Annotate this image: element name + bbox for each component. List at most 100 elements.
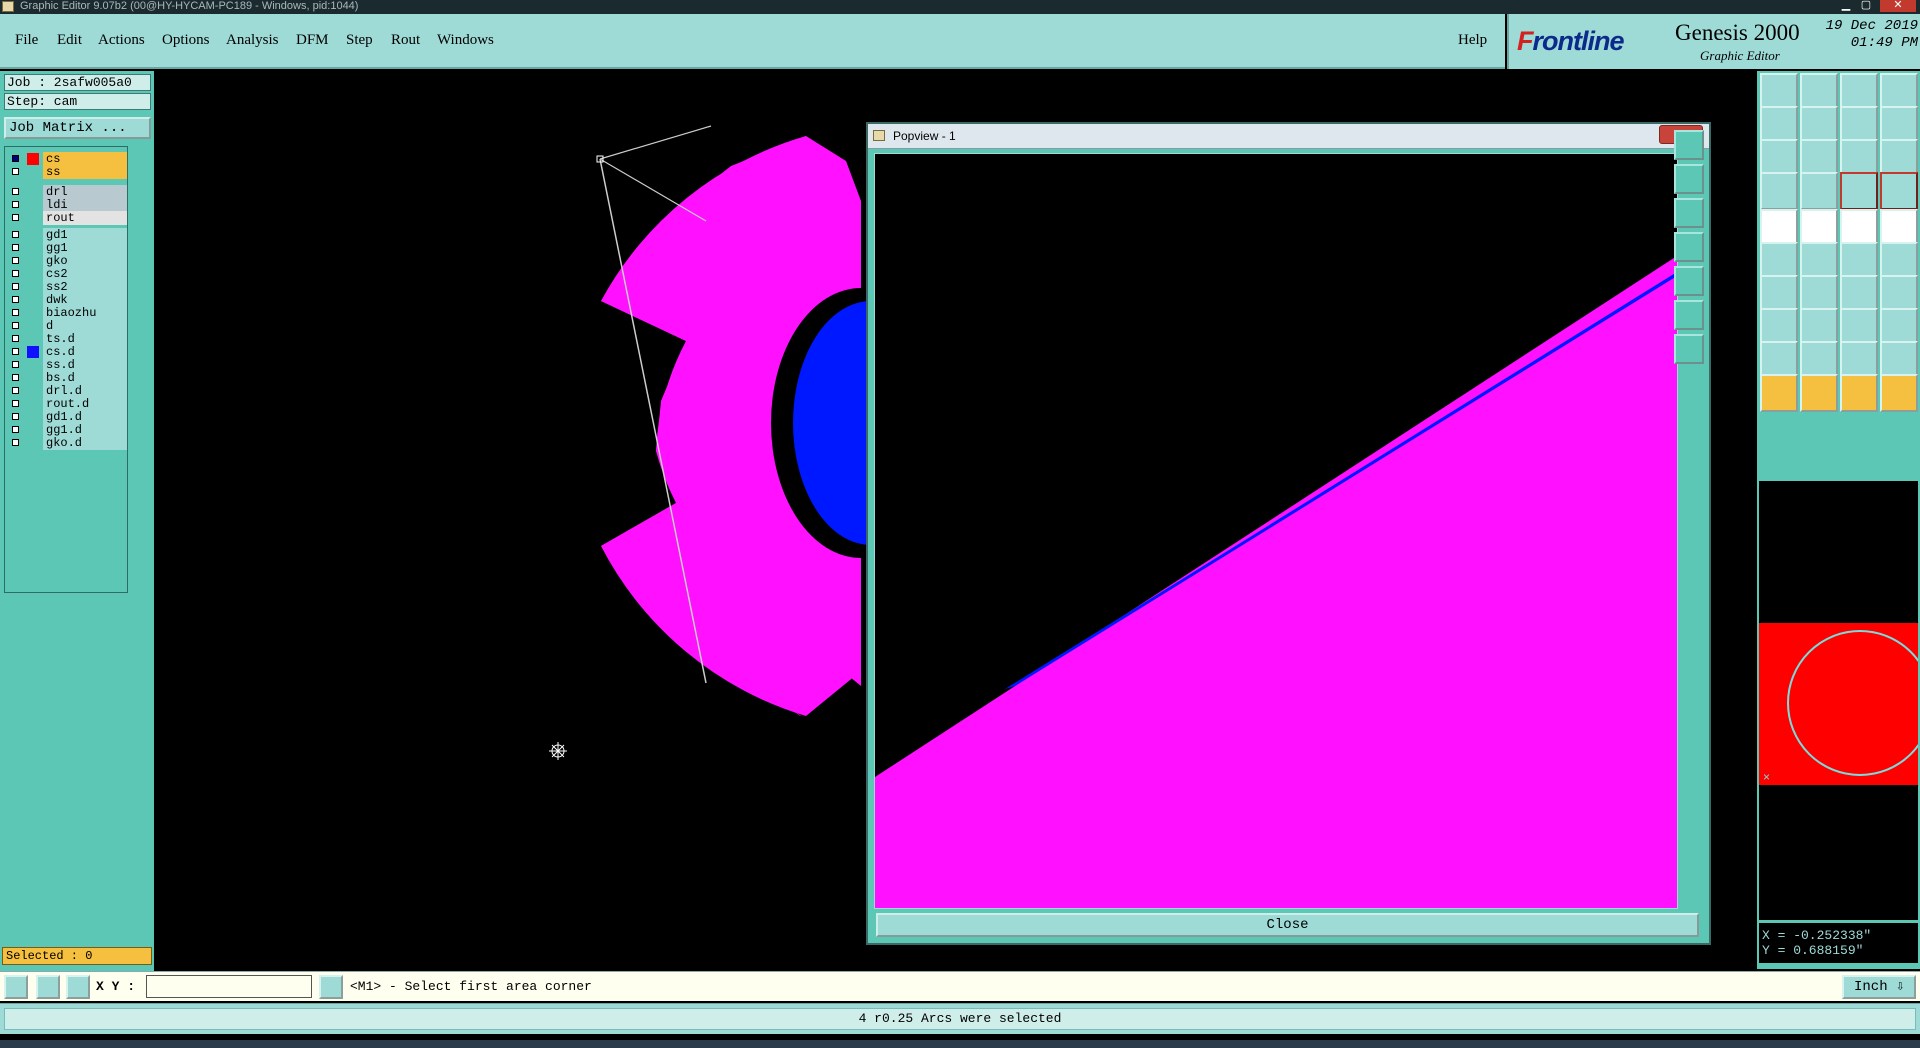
layer-checkbox[interactable] <box>12 188 19 195</box>
layer-name[interactable]: cs2 <box>43 267 127 281</box>
layer-row[interactable]: ldi <box>7 198 127 212</box>
layer-checkbox[interactable] <box>12 257 19 264</box>
popview-close-button[interactable]: Close <box>876 913 1699 937</box>
layer-row[interactable]: ss <box>7 165 127 179</box>
snap-mode-icon[interactable] <box>4 975 28 999</box>
select-arrow-icon[interactable] <box>1760 374 1798 412</box>
menu-file[interactable]: File <box>15 32 38 49</box>
menu-help[interactable]: Help <box>1458 32 1487 49</box>
layer-row[interactable]: ss.d <box>7 358 127 372</box>
popview-tool-2-icon[interactable] <box>1674 164 1704 194</box>
menu-dfm[interactable]: DFM <box>296 32 329 49</box>
layer-name[interactable]: drl <box>43 185 127 199</box>
layer-checkbox[interactable] <box>12 413 19 420</box>
layer-row[interactable]: gd1 <box>7 228 127 242</box>
layer-row[interactable]: gko.d <box>7 436 127 450</box>
layer-row[interactable]: gd1.d <box>7 410 127 424</box>
layer-name[interactable]: rout <box>43 211 127 225</box>
layer-toggle-icon[interactable] <box>1840 172 1878 210</box>
popview-window[interactable]: Popview - 1 ✕ Close <box>866 122 1711 945</box>
popview-tool-6-icon[interactable] <box>1674 300 1704 330</box>
layer-row[interactable]: gko <box>7 254 127 268</box>
grid-icon[interactable] <box>1800 172 1838 210</box>
layer-row[interactable]: ts.d <box>7 332 127 346</box>
popview-tool-5-icon[interactable] <box>1674 266 1704 296</box>
layer-checkbox[interactable] <box>12 168 19 175</box>
xy-input[interactable] <box>146 975 312 998</box>
select-red-icon[interactable] <box>1840 374 1878 412</box>
layer-name[interactable]: gg1.d <box>43 423 127 437</box>
menu-actions[interactable]: Actions <box>98 32 145 49</box>
layer-name[interactable]: gd1.d <box>43 410 127 424</box>
job-matrix-button[interactable]: Job Matrix ... <box>4 117 151 139</box>
layer-checkbox[interactable] <box>12 283 19 290</box>
select-box-icon[interactable] <box>1800 374 1838 412</box>
popview-tool-3-icon[interactable] <box>1674 198 1704 228</box>
layer-checkbox[interactable] <box>12 439 19 446</box>
layer-name[interactable]: ss <box>43 165 127 179</box>
menu-step[interactable]: Step <box>346 32 373 49</box>
menu-rout[interactable]: Rout <box>391 32 420 49</box>
layer-row[interactable]: cs.d <box>7 345 127 359</box>
layer-name[interactable]: ss.d <box>43 358 127 372</box>
filter-icon[interactable] <box>1760 172 1798 210</box>
layer-checkbox[interactable] <box>12 309 19 316</box>
layer-row[interactable]: d <box>7 319 127 333</box>
menu-windows[interactable]: Windows <box>437 32 494 49</box>
layer-name[interactable]: drl.d <box>43 384 127 398</box>
layer-row[interactable]: drl <box>7 185 127 199</box>
measure-mode-icon[interactable] <box>66 975 90 999</box>
layer-row[interactable]: gg1 <box>7 241 127 255</box>
grid-mode-icon[interactable] <box>36 975 60 999</box>
layer-row[interactable]: ss2 <box>7 280 127 294</box>
layer-checkbox[interactable] <box>12 322 19 329</box>
layer-checkbox[interactable] <box>12 214 19 221</box>
layer-name[interactable]: cs.d <box>43 345 127 359</box>
layer-name[interactable]: gg1 <box>43 241 127 255</box>
layer-checkbox[interactable] <box>12 201 19 208</box>
popview-tool-4-icon[interactable] <box>1674 232 1704 262</box>
layer-checkbox[interactable] <box>12 400 19 407</box>
layer-name[interactable]: cs <box>43 152 127 166</box>
menu-analysis[interactable]: Analysis <box>226 32 279 49</box>
layer-checkbox[interactable] <box>12 374 19 381</box>
layer-checkbox[interactable] <box>12 361 19 368</box>
popview-title-bar[interactable]: Popview - 1 ✕ <box>868 124 1709 149</box>
layer-name[interactable]: rout.d <box>43 397 127 411</box>
layer-row[interactable]: dwk <box>7 293 127 307</box>
info-icon[interactable] <box>319 975 343 999</box>
layer-name[interactable]: gko <box>43 254 127 268</box>
layer-row[interactable]: cs <box>7 152 127 166</box>
layer-checkbox[interactable] <box>12 348 19 355</box>
units-dropdown[interactable]: Inch ⇩ <box>1842 975 1916 999</box>
popview-tool-7-icon[interactable] <box>1674 334 1704 364</box>
popview-canvas[interactable] <box>874 153 1678 909</box>
layer-row[interactable]: biaozhu <box>7 306 127 320</box>
layer-row[interactable]: drl.d <box>7 384 127 398</box>
layer-name[interactable]: bs.d <box>43 371 127 385</box>
layer-row[interactable]: cs2 <box>7 267 127 281</box>
popview-tool-1-icon[interactable] <box>1674 130 1704 160</box>
minimize-icon[interactable]: ▁ <box>1838 0 1854 12</box>
layer-checkbox[interactable] <box>12 244 19 251</box>
layer-name[interactable]: biaozhu <box>43 306 127 320</box>
close-icon[interactable]: ✕ <box>1880 0 1916 12</box>
route-icon[interactable] <box>1880 374 1918 412</box>
layer-row[interactable]: gg1.d <box>7 423 127 437</box>
layer-checkbox[interactable] <box>12 155 19 162</box>
layer-name[interactable]: ss2 <box>43 280 127 294</box>
menu-edit[interactable]: Edit <box>57 32 82 49</box>
layer-checkbox[interactable] <box>12 270 19 277</box>
layer-name[interactable]: dwk <box>43 293 127 307</box>
menu-options[interactable]: Options <box>162 32 210 49</box>
layer-row[interactable]: bs.d <box>7 371 127 385</box>
layer-name[interactable]: ldi <box>43 198 127 212</box>
layer-checkbox[interactable] <box>12 231 19 238</box>
layer-row[interactable]: rout <box>7 211 127 225</box>
layer-checkbox[interactable] <box>12 296 19 303</box>
layer-name[interactable]: gko.d <box>43 436 127 450</box>
layer-checkbox[interactable] <box>12 426 19 433</box>
layer-row[interactable]: rout.d <box>7 397 127 411</box>
layer-swap-icon[interactable] <box>1880 172 1918 210</box>
maximize-icon[interactable]: ▢ <box>1858 0 1874 12</box>
